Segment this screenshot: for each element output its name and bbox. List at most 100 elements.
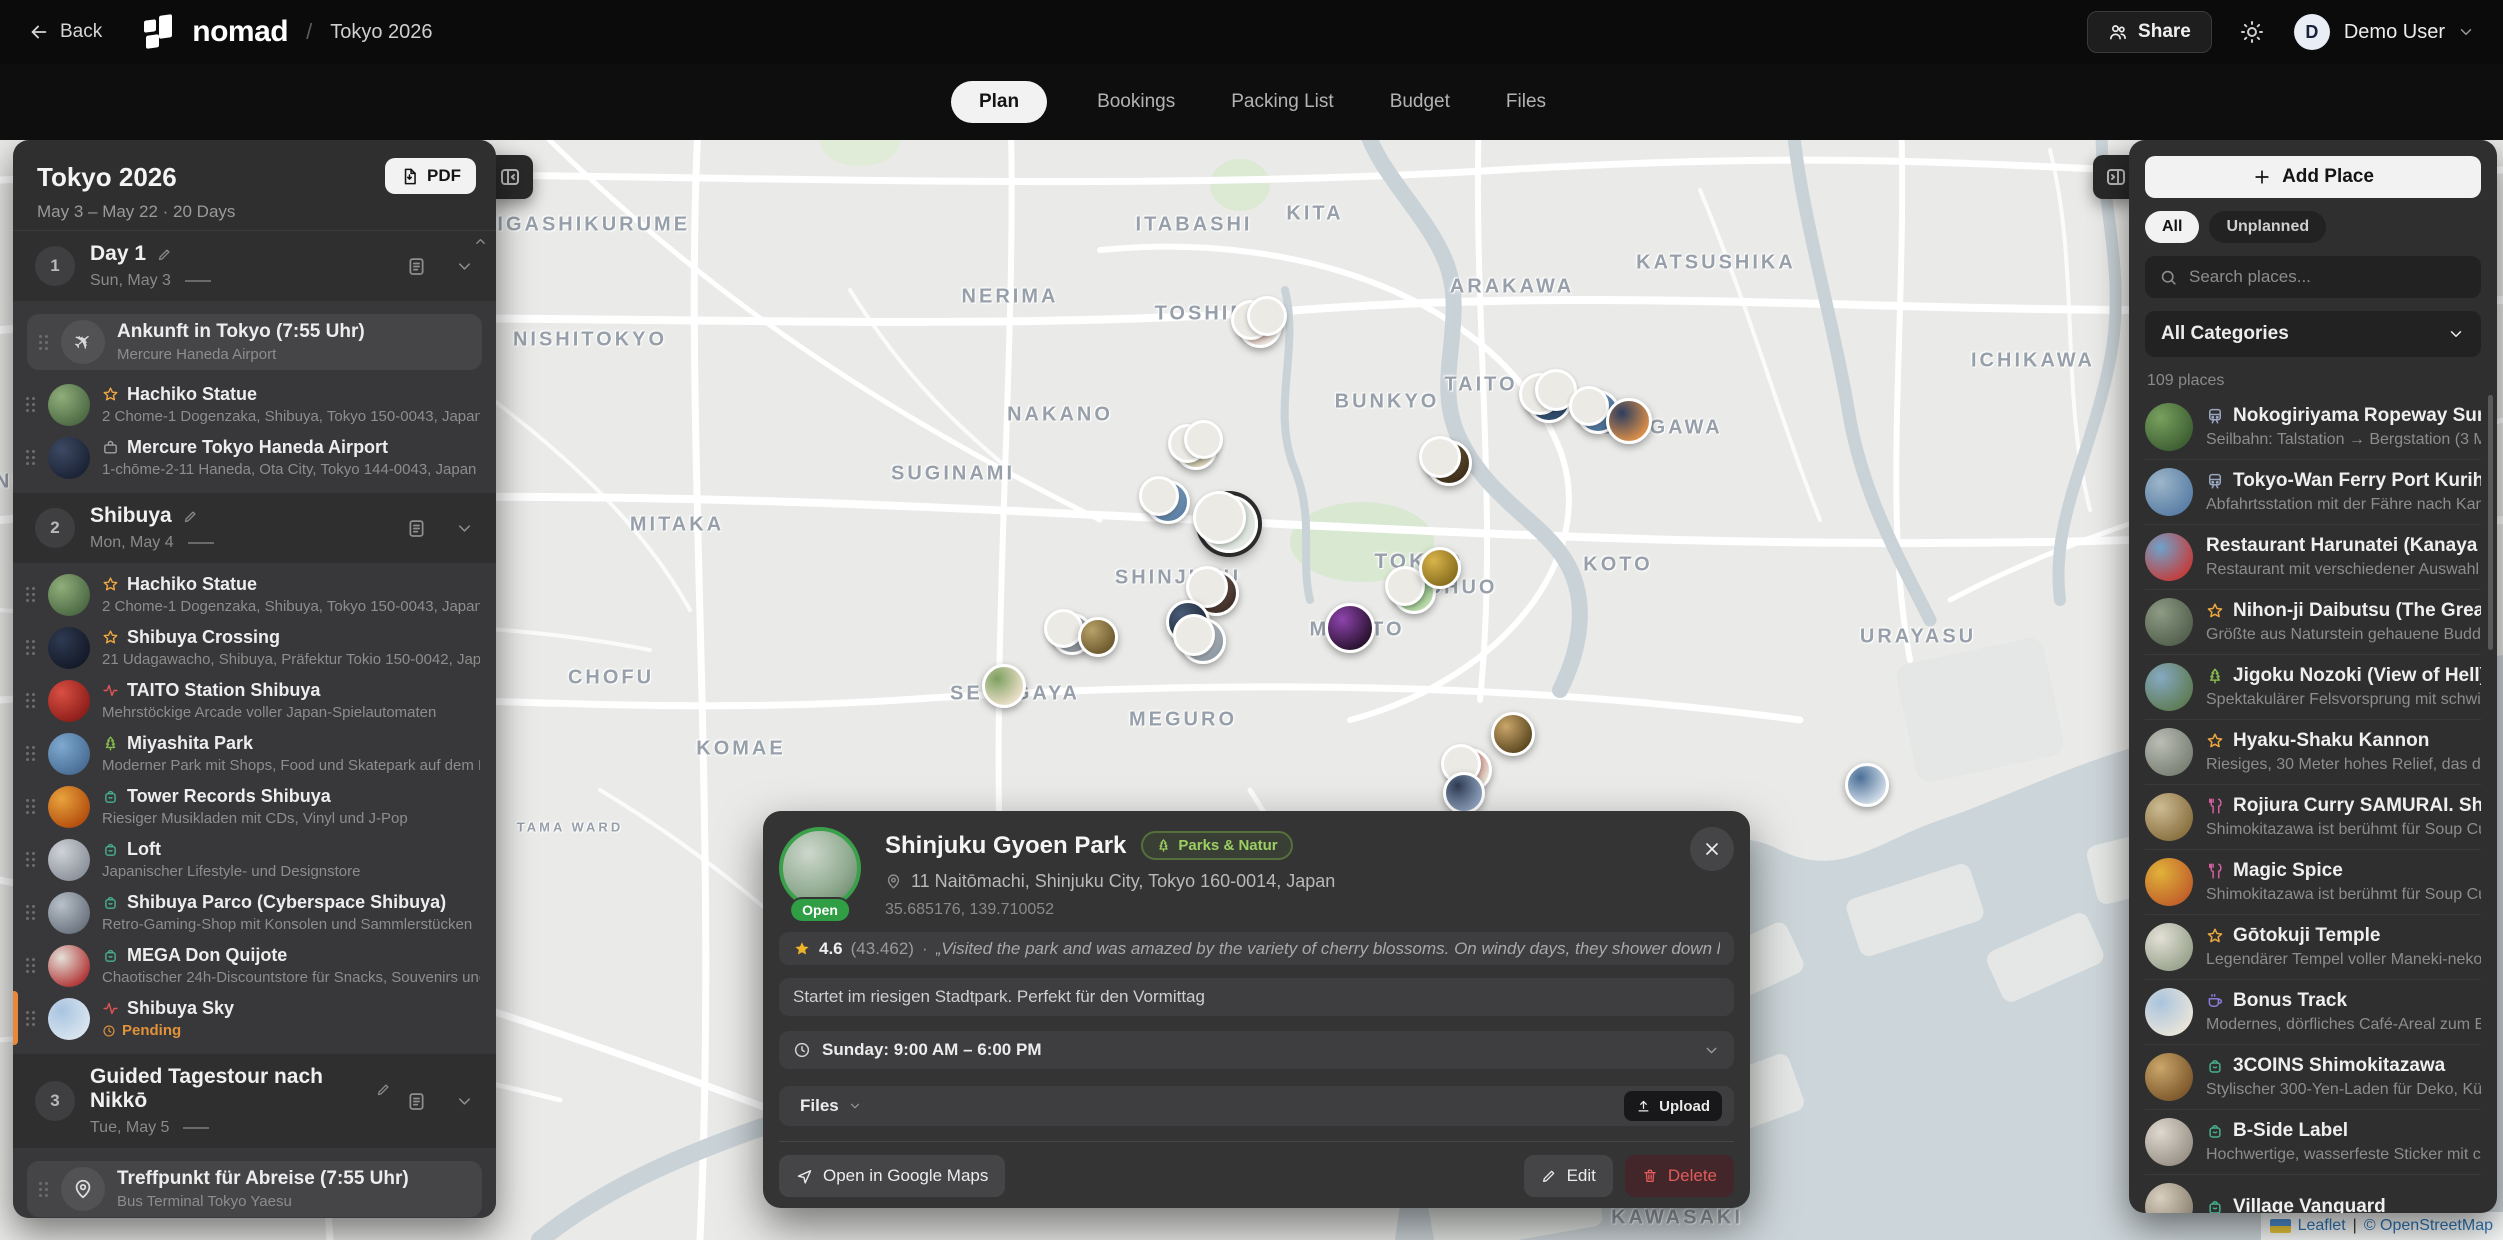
place-list-item[interactable]: Magic SpiceShimokitazawa ist berühmt für… bbox=[2145, 849, 2481, 914]
scrollbar[interactable] bbox=[2488, 395, 2493, 650]
export-pdf-button[interactable]: PDF bbox=[385, 158, 476, 194]
place-list-item[interactable]: Rojiura Curry SAMURAI. Shim...Shimokitaz… bbox=[2145, 784, 2481, 849]
map-marker[interactable] bbox=[1325, 603, 1375, 653]
tab-bookings[interactable]: Bookings bbox=[1091, 81, 1181, 123]
itinerary-item[interactable]: Shibuya Parco (Cyberspace Shibuya)Retro-… bbox=[13, 886, 496, 939]
item-title-label: Mercure Tokyo Haneda Airport bbox=[127, 437, 388, 458]
upload-button[interactable]: Upload bbox=[1624, 1091, 1722, 1121]
tab-budget[interactable]: Budget bbox=[1384, 81, 1456, 123]
filter-unplanned[interactable]: Unplanned bbox=[2209, 211, 2326, 243]
itinerary-item[interactable]: MEGA Don QuijoteChaotischer 24h-Discount… bbox=[13, 939, 496, 992]
map-marker[interactable] bbox=[1606, 398, 1652, 444]
itinerary-item[interactable]: Tower Records ShibuyaRiesiger Musikladen… bbox=[13, 780, 496, 833]
map-marker[interactable] bbox=[1526, 377, 1572, 423]
category-dropdown[interactable]: All Categories bbox=[2145, 311, 2481, 357]
day-header[interactable]: 3Guided Tagestour nach NikkōTue, May 5 bbox=[13, 1054, 496, 1148]
item-title: Shibuya Sky bbox=[102, 998, 234, 1019]
edit-button[interactable]: Edit bbox=[1524, 1155, 1613, 1197]
itinerary-item[interactable]: Mercure Tokyo Haneda Airport 1-chōme-2-11… bbox=[13, 431, 496, 484]
itinerary-item[interactable]: Hachiko Statue2 Chome-1 Dogenzaka, Shibu… bbox=[13, 568, 496, 621]
map-marker[interactable] bbox=[1443, 772, 1485, 814]
place-list-item[interactable]: 3COINS ShimokitazawaStylischer 300-Yen-L… bbox=[2145, 1044, 2481, 1109]
tab-packing-list[interactable]: Packing List bbox=[1225, 81, 1339, 123]
day-notes-icon[interactable] bbox=[406, 518, 427, 539]
day-notes-icon[interactable] bbox=[406, 1091, 427, 1112]
back-button[interactable]: Back bbox=[28, 21, 102, 43]
drag-handle[interactable] bbox=[26, 746, 36, 761]
opening-hours-row[interactable]: Sunday: 9:00 AM – 6:00 PM bbox=[779, 1031, 1734, 1069]
itinerary-event-card[interactable]: ✈Ankunft in Tokyo (7:55 Uhr)Mercure Hane… bbox=[27, 314, 482, 370]
drag-handle[interactable] bbox=[39, 335, 49, 350]
drag-handle[interactable] bbox=[26, 852, 36, 867]
map-marker[interactable] bbox=[1146, 480, 1190, 524]
map-marker[interactable] bbox=[982, 664, 1026, 708]
item-subtitle: 1-chōme-2-11 Haneda, Ota City, Tokyo 144… bbox=[102, 461, 476, 478]
event-title-label: Treffpunkt für Abreise (7:55 Uhr) bbox=[117, 1168, 409, 1190]
theme-toggle-sun-icon[interactable] bbox=[2240, 20, 2264, 44]
day-notes-icon[interactable] bbox=[406, 256, 427, 277]
chevron-down-icon[interactable] bbox=[455, 1092, 474, 1111]
place-list-item[interactable]: Jigoku Nozoki (View of Hell)Spektakuläre… bbox=[2145, 654, 2481, 719]
day-header[interactable]: 1Day 1Sun, May 3 bbox=[13, 231, 496, 301]
drag-handle[interactable] bbox=[26, 958, 36, 973]
filter-all[interactable]: All bbox=[2145, 211, 2199, 243]
place-list-item[interactable]: B-Side LabelHochwertige, wasserfeste Sti… bbox=[2145, 1109, 2481, 1174]
nomad-wordmark: nomad bbox=[192, 15, 288, 49]
map-marker[interactable] bbox=[1078, 617, 1118, 657]
user-menu[interactable]: D Demo User bbox=[2294, 14, 2475, 50]
map-marker[interactable] bbox=[1175, 428, 1217, 470]
chevron-down-icon bbox=[1703, 1042, 1720, 1059]
share-button[interactable]: Share bbox=[2087, 11, 2212, 53]
drag-handle[interactable] bbox=[26, 693, 36, 708]
nomad-logo[interactable]: nomad bbox=[144, 15, 288, 49]
drag-handle[interactable] bbox=[26, 587, 36, 602]
place-list-item[interactable]: Nihon-ji Daibutsu (The Great ...Größte a… bbox=[2145, 589, 2481, 654]
map-marker[interactable] bbox=[1491, 712, 1535, 756]
osm-link[interactable]: © OpenStreetMap bbox=[2364, 1217, 2493, 1235]
map-marker-selected[interactable] bbox=[1200, 495, 1258, 553]
place-list-item[interactable]: Village Vanguard bbox=[2145, 1174, 2481, 1213]
place-list-item[interactable]: Hyaku-Shaku KannonRiesiges, 30 Meter hoh… bbox=[2145, 719, 2481, 784]
itinerary-item[interactable]: TAITO Station ShibuyaMehrstöckige Arcade… bbox=[13, 674, 496, 727]
day-header[interactable]: 2ShibuyaMon, May 4 bbox=[13, 493, 496, 563]
drag-handle[interactable] bbox=[39, 1182, 49, 1197]
chevron-down-icon[interactable] bbox=[455, 257, 474, 276]
place-list-item[interactable]: Nokogiriyama Ropeway Sum...Seilbahn: Tal… bbox=[2145, 394, 2481, 459]
map-marker[interactable] bbox=[1426, 440, 1472, 486]
itinerary-item[interactable]: Miyashita ParkModerner Park mit Shops, F… bbox=[13, 727, 496, 780]
itinerary-event-card[interactable]: Treffpunkt für Abreise (7:55 Uhr)Bus Ter… bbox=[27, 1161, 482, 1217]
itinerary-item[interactable]: Shibuya SkyPending bbox=[13, 992, 496, 1045]
place-list-item[interactable]: Tokyo-Wan Ferry Port Kuriha...Abfahrtsst… bbox=[2145, 459, 2481, 524]
itinerary-item[interactable]: Shibuya Crossing21 Udagawacho, Shibuya, … bbox=[13, 621, 496, 674]
add-place-button[interactable]: Add Place bbox=[2145, 156, 2481, 198]
breadcrumb-trip-title[interactable]: Tokyo 2026 bbox=[330, 21, 432, 44]
tab-files[interactable]: Files bbox=[1500, 81, 1552, 123]
search-input[interactable] bbox=[2189, 267, 2467, 287]
drag-handle[interactable] bbox=[26, 397, 36, 412]
drag-handle[interactable] bbox=[26, 450, 36, 465]
itinerary-item[interactable]: Hachiko Statue2 Chome-1 Dogenzaka, Shibu… bbox=[13, 378, 496, 431]
place-list-item[interactable]: Gōtokuji TempleLegendärer Tempel voller … bbox=[2145, 914, 2481, 979]
map-marker[interactable] bbox=[1180, 618, 1226, 664]
itinerary-item[interactable]: LoftJapanischer Lifestyle- und Designsto… bbox=[13, 833, 496, 886]
leaflet-link[interactable]: Leaflet bbox=[2298, 1217, 2346, 1235]
open-google-maps-button[interactable]: Open in Google Maps bbox=[779, 1155, 1005, 1197]
note-input[interactable]: Startet im riesigen Stadtpark. Perfekt f… bbox=[779, 978, 1734, 1016]
map-marker[interactable] bbox=[1419, 547, 1461, 589]
rating-review-row[interactable]: 4.6 (43.462) · „Visited the park and was… bbox=[779, 932, 1734, 965]
drag-handle[interactable] bbox=[26, 799, 36, 814]
scroll-up-icon[interactable] bbox=[473, 234, 488, 249]
close-button[interactable] bbox=[1690, 827, 1734, 871]
drag-handle[interactable] bbox=[26, 1011, 36, 1026]
files-row[interactable]: Files Upload bbox=[779, 1086, 1734, 1126]
delete-button[interactable]: Delete bbox=[1625, 1155, 1734, 1197]
map-marker[interactable] bbox=[1845, 763, 1889, 807]
drag-handle[interactable] bbox=[26, 905, 36, 920]
avatar: D bbox=[2294, 14, 2330, 50]
chevron-down-icon[interactable] bbox=[455, 519, 474, 538]
place-list-item[interactable]: Bonus TrackModernes, dörfliches Café-Are… bbox=[2145, 979, 2481, 1044]
tab-plan[interactable]: Plan bbox=[951, 81, 1047, 123]
place-list-item[interactable]: Restaurant Harunatei (Kanaya Po...Restau… bbox=[2145, 524, 2481, 589]
map-marker[interactable] bbox=[1238, 304, 1282, 348]
drag-handle[interactable] bbox=[26, 640, 36, 655]
